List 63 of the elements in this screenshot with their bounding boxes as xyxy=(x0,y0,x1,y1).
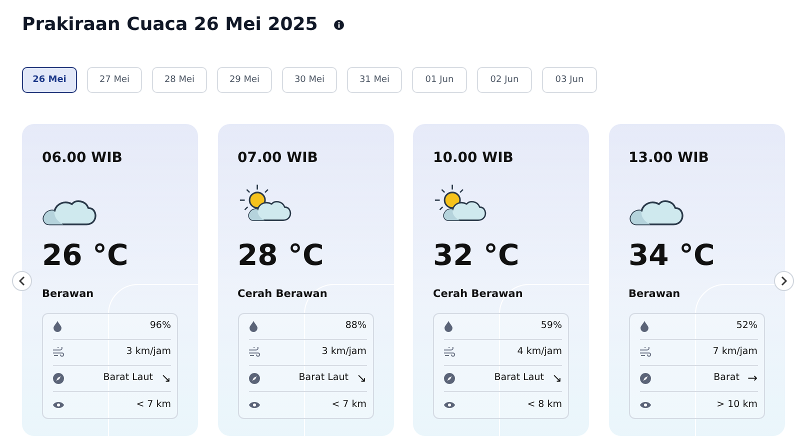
compass-icon xyxy=(640,372,650,384)
wind-speed: 3 km/jam xyxy=(126,345,171,360)
humidity-value: 88% xyxy=(345,319,366,334)
wind-icon xyxy=(640,347,652,358)
forecast-time: 13.00 WIB xyxy=(628,149,710,168)
weather-condition: Berawan xyxy=(628,287,682,302)
compass-icon xyxy=(53,372,64,384)
forecast-time: 07.00 WIB xyxy=(238,149,319,168)
humidity-value: 96% xyxy=(150,319,171,334)
date-tab[interactable]: 03 Jun xyxy=(542,67,597,93)
temperature: 32 °C xyxy=(433,241,520,270)
chevron-left-icon xyxy=(18,276,26,286)
date-tab[interactable]: 02 Jun xyxy=(477,67,532,93)
wind-direction: Barat xyxy=(714,371,740,386)
eye-icon xyxy=(248,400,260,409)
date-tab[interactable]: 29 Mei xyxy=(217,67,272,93)
forecast-time: 06.00 WIB xyxy=(42,149,124,168)
wind-arrow: ↘ xyxy=(160,370,171,388)
weather-condition: Cerah Berawan xyxy=(238,287,328,302)
forecast-time: 10.00 WIB xyxy=(433,149,514,168)
wind-speed: 3 km/jam xyxy=(322,345,366,360)
visibility-value: < 7 km xyxy=(332,398,366,412)
chevron-right-icon xyxy=(780,276,788,286)
eye-icon xyxy=(640,400,650,409)
visibility-value: < 7 km xyxy=(136,398,171,412)
droplet-icon xyxy=(444,320,453,332)
wind-arrow: ↘ xyxy=(356,370,366,388)
temperature: 34 °C xyxy=(628,241,716,270)
wind-icon xyxy=(248,347,260,358)
droplet-icon xyxy=(640,320,648,332)
wind-arrow: ↘ xyxy=(552,370,562,388)
weather-condition: Berawan xyxy=(42,287,95,302)
next-button[interactable] xyxy=(774,271,794,291)
eye-icon xyxy=(53,400,64,409)
date-tab[interactable]: 01 Jun xyxy=(412,67,467,93)
wind-icon xyxy=(53,347,65,358)
date-tab[interactable]: 28 Mei xyxy=(152,67,207,93)
compass-icon xyxy=(444,372,455,384)
wind-direction: Barat Laut xyxy=(298,371,348,386)
temperature: 28 °C xyxy=(238,241,325,270)
date-tab[interactable]: 26 Mei xyxy=(22,67,77,93)
visibility-value: > 10 km xyxy=(716,398,758,412)
humidity-value: 59% xyxy=(540,319,562,334)
wind-arrow: → xyxy=(747,370,758,388)
previous-button[interactable] xyxy=(12,271,32,291)
wind-direction: Barat Laut xyxy=(103,371,153,386)
humidity-value: 52% xyxy=(736,319,758,334)
droplet-icon xyxy=(248,320,258,332)
wind-speed: 4 km/jam xyxy=(517,345,562,360)
visibility-value: < 8 km xyxy=(527,398,562,412)
weather-condition: Cerah Berawan xyxy=(433,287,524,302)
page-title: Prakiraan Cuaca 26 Mei 2025 xyxy=(22,14,318,36)
compass-icon xyxy=(248,372,260,384)
wind-direction: Barat Laut xyxy=(494,371,544,386)
info-icon[interactable] xyxy=(334,20,344,30)
date-tab[interactable]: 30 Mei xyxy=(282,67,337,93)
date-tab[interactable]: 31 Mei xyxy=(347,67,402,93)
wind-speed: 7 km/jam xyxy=(712,345,758,360)
wind-icon xyxy=(444,347,456,358)
date-tab[interactable]: 27 Mei xyxy=(87,67,142,93)
temperature: 26 °C xyxy=(42,241,130,270)
eye-icon xyxy=(444,400,455,409)
droplet-icon xyxy=(53,320,62,332)
